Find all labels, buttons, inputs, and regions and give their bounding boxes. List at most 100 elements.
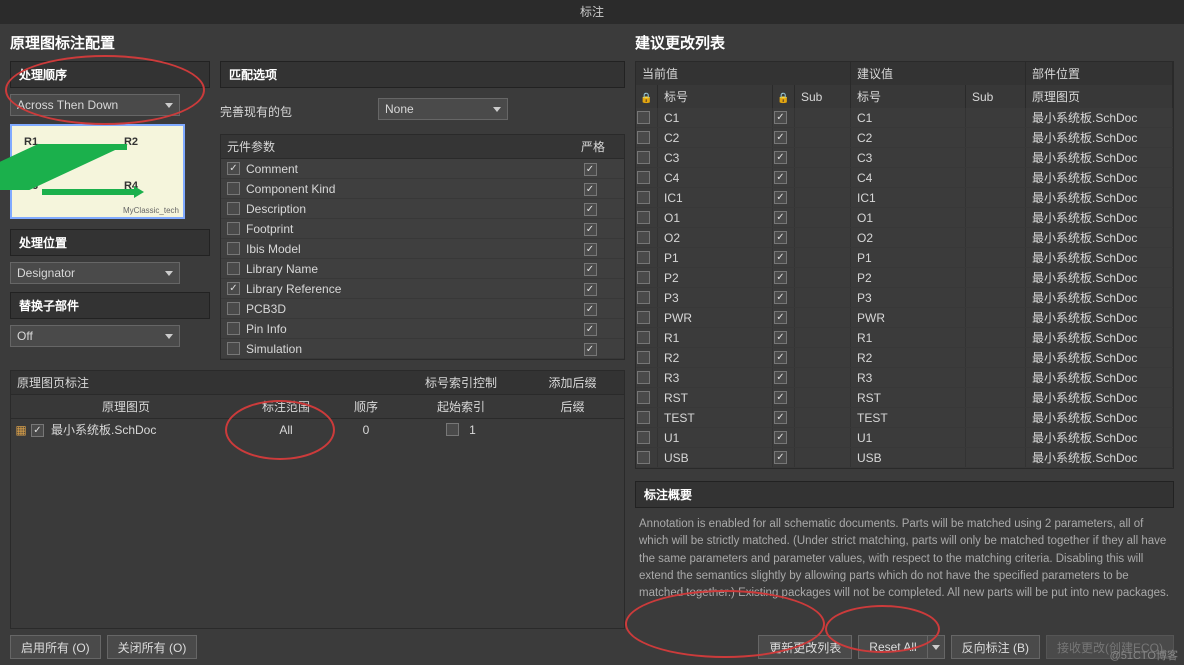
changes-col-cur-sub[interactable]: Sub bbox=[795, 85, 851, 108]
sheet-scope[interactable]: All bbox=[241, 423, 331, 437]
lock-current-checkbox[interactable] bbox=[637, 411, 650, 424]
strict-checkbox[interactable] bbox=[584, 263, 597, 276]
change-row[interactable]: P2 P2 最小系统板.SchDoc bbox=[636, 268, 1173, 288]
changes-col-cur-des[interactable]: 标号 bbox=[658, 85, 773, 108]
change-row[interactable]: RST RST 最小系统板.SchDoc bbox=[636, 388, 1173, 408]
lock-sub-checkbox[interactable] bbox=[774, 311, 787, 324]
subparts-select[interactable]: Off bbox=[10, 325, 180, 347]
lock-sub-checkbox[interactable] bbox=[774, 211, 787, 224]
all-on-button[interactable]: 启用所有 (O) bbox=[10, 635, 101, 659]
param-row[interactable]: Library Name bbox=[221, 259, 624, 279]
lock-current-checkbox[interactable] bbox=[637, 211, 650, 224]
change-row[interactable]: O2 O2 最小系统板.SchDoc bbox=[636, 228, 1173, 248]
param-row[interactable]: Pin Info bbox=[221, 319, 624, 339]
param-row[interactable]: Footprint bbox=[221, 219, 624, 239]
processing-order-select[interactable]: Across Then Down bbox=[10, 94, 180, 116]
param-checkbox[interactable] bbox=[227, 342, 240, 355]
param-checkbox[interactable] bbox=[227, 262, 240, 275]
strict-checkbox[interactable] bbox=[584, 343, 597, 356]
lock-current-checkbox[interactable] bbox=[637, 451, 650, 464]
param-row[interactable]: Comment bbox=[221, 159, 624, 179]
param-checkbox[interactable] bbox=[227, 322, 240, 335]
change-row[interactable]: R2 R2 最小系统板.SchDoc bbox=[636, 348, 1173, 368]
lock-current-checkbox[interactable] bbox=[637, 391, 650, 404]
existing-packages-select[interactable]: None bbox=[378, 98, 508, 120]
param-row[interactable]: Ibis Model bbox=[221, 239, 624, 259]
lock-current-checkbox[interactable] bbox=[637, 271, 650, 284]
strict-checkbox[interactable] bbox=[584, 243, 597, 256]
start-index-value[interactable]: 1 bbox=[469, 423, 476, 437]
start-index-checkbox[interactable] bbox=[446, 423, 459, 436]
change-row[interactable]: U1 U1 最小系统板.SchDoc bbox=[636, 428, 1173, 448]
change-row[interactable]: P3 P3 最小系统板.SchDoc bbox=[636, 288, 1173, 308]
lock-current-checkbox[interactable] bbox=[637, 231, 650, 244]
param-row[interactable]: PCB3D bbox=[221, 299, 624, 319]
change-row[interactable]: C3 C3 最小系统板.SchDoc bbox=[636, 148, 1173, 168]
lock-sub-checkbox[interactable] bbox=[774, 171, 787, 184]
sheet-checkbox[interactable] bbox=[31, 424, 44, 437]
param-checkbox[interactable] bbox=[227, 302, 240, 315]
param-checkbox[interactable] bbox=[227, 282, 240, 295]
lock-sub-checkbox[interactable] bbox=[774, 151, 787, 164]
strict-checkbox[interactable] bbox=[584, 303, 597, 316]
change-row[interactable]: C1 C1 最小系统板.SchDoc bbox=[636, 108, 1173, 128]
lock-current-checkbox[interactable] bbox=[637, 151, 650, 164]
back-annotate-button[interactable]: 反向标注 (B) bbox=[951, 635, 1040, 659]
strict-checkbox[interactable] bbox=[584, 323, 597, 336]
lock-current-checkbox[interactable] bbox=[637, 191, 650, 204]
sheet-order[interactable]: 0 bbox=[331, 423, 401, 437]
changes-col-prop-des[interactable]: 标号 bbox=[851, 85, 966, 108]
reset-all-dropdown[interactable] bbox=[927, 635, 945, 659]
update-changes-button[interactable]: 更新更改列表 bbox=[758, 635, 852, 659]
lock-current-checkbox[interactable] bbox=[637, 351, 650, 364]
strict-checkbox[interactable] bbox=[584, 163, 597, 176]
change-row[interactable]: C2 C2 最小系统板.SchDoc bbox=[636, 128, 1173, 148]
change-row[interactable]: PWR PWR 最小系统板.SchDoc bbox=[636, 308, 1173, 328]
param-row[interactable]: Description bbox=[221, 199, 624, 219]
param-checkbox[interactable] bbox=[227, 202, 240, 215]
lock-current-checkbox[interactable] bbox=[637, 331, 650, 344]
lock-sub-checkbox[interactable] bbox=[774, 371, 787, 384]
lock-sub-checkbox[interactable] bbox=[774, 411, 787, 424]
lock-current-checkbox[interactable] bbox=[637, 371, 650, 384]
lock-sub-checkbox[interactable] bbox=[774, 291, 787, 304]
change-row[interactable]: O1 O1 最小系统板.SchDoc bbox=[636, 208, 1173, 228]
lock-sub-checkbox[interactable] bbox=[774, 351, 787, 364]
lock-sub-checkbox[interactable] bbox=[774, 271, 787, 284]
lock-current-checkbox[interactable] bbox=[637, 171, 650, 184]
lock-sub-checkbox[interactable] bbox=[774, 251, 787, 264]
param-row[interactable]: Simulation bbox=[221, 339, 624, 359]
lock-current-checkbox[interactable] bbox=[637, 131, 650, 144]
lock-sub-checkbox[interactable] bbox=[774, 391, 787, 404]
lock-sub-checkbox[interactable] bbox=[774, 111, 787, 124]
lock-current-checkbox[interactable] bbox=[637, 431, 650, 444]
change-row[interactable]: R1 R1 最小系统板.SchDoc bbox=[636, 328, 1173, 348]
strict-checkbox[interactable] bbox=[584, 223, 597, 236]
param-row[interactable]: Library Reference bbox=[221, 279, 624, 299]
lock-sub-checkbox[interactable] bbox=[774, 191, 787, 204]
change-row[interactable]: P1 P1 最小系统板.SchDoc bbox=[636, 248, 1173, 268]
strict-checkbox[interactable] bbox=[584, 203, 597, 216]
lock-sub-checkbox[interactable] bbox=[774, 231, 787, 244]
param-checkbox[interactable] bbox=[227, 242, 240, 255]
strict-checkbox[interactable] bbox=[584, 283, 597, 296]
change-row[interactable]: IC1 IC1 最小系统板.SchDoc bbox=[636, 188, 1173, 208]
all-off-button[interactable]: 关闭所有 (O) bbox=[107, 635, 198, 659]
lock-sub-checkbox[interactable] bbox=[774, 451, 787, 464]
changes-col-prop-sub[interactable]: Sub bbox=[966, 85, 1026, 108]
lock-current-checkbox[interactable] bbox=[637, 111, 650, 124]
change-row[interactable]: C4 C4 最小系统板.SchDoc bbox=[636, 168, 1173, 188]
lock-sub-checkbox[interactable] bbox=[774, 431, 787, 444]
change-row[interactable]: TEST TEST 最小系统板.SchDoc bbox=[636, 408, 1173, 428]
strict-checkbox[interactable] bbox=[584, 183, 597, 196]
lock-sub-checkbox[interactable] bbox=[774, 331, 787, 344]
change-row[interactable]: USB USB 最小系统板.SchDoc bbox=[636, 448, 1173, 468]
change-row[interactable]: R3 R3 最小系统板.SchDoc bbox=[636, 368, 1173, 388]
lock-current-checkbox[interactable] bbox=[637, 251, 650, 264]
sheet-row[interactable]: ▦ 最小系统板.SchDoc All 0 1 bbox=[11, 419, 624, 440]
param-checkbox[interactable] bbox=[227, 222, 240, 235]
param-row[interactable]: Component Kind bbox=[221, 179, 624, 199]
reset-all-button[interactable]: Reset All bbox=[858, 635, 926, 659]
lock-sub-checkbox[interactable] bbox=[774, 131, 787, 144]
param-checkbox[interactable] bbox=[227, 182, 240, 195]
